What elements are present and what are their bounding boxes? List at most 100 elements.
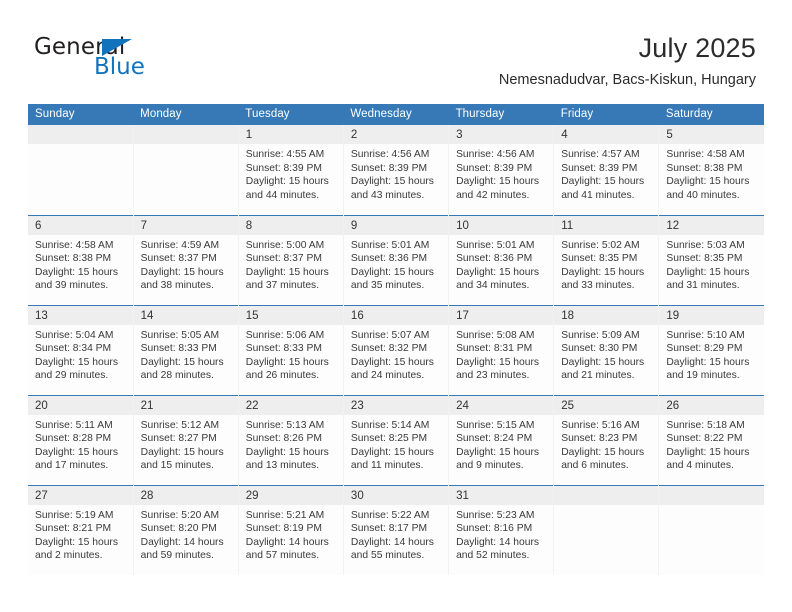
sunset-text: Sunset: 8:24 PM <box>456 433 533 445</box>
sunrise-text: Sunrise: 5:22 AM <box>350 509 430 521</box>
daylight-text-line1: Daylight: 15 hours <box>245 356 329 368</box>
daylight-text-line1: Daylight: 15 hours <box>666 356 750 368</box>
daylight-text-line2: and 28 minutes. <box>140 370 214 382</box>
day-number: 29 <box>238 485 343 505</box>
calendar-header-row: Sunday Monday Tuesday Wednesday Thursday… <box>28 104 764 125</box>
day-details: Sunrise: 5:09 AM Sunset: 8:30 PM Daylight:… <box>554 325 658 383</box>
calendar-empty-cell <box>553 484 660 575</box>
day-number: 22 <box>238 395 343 415</box>
calendar-day-cell[interactable]: 29 Sunrise: 5:21 AM Sunset: 8:19 PM Dayligh… <box>238 484 344 575</box>
day-details: Sunrise: 4:55 AM Sunset: 8:39 PM Daylight:… <box>239 144 343 202</box>
daylight-text-line1: Daylight: 15 hours <box>456 446 540 458</box>
calendar-day-cell[interactable]: 1 Sunrise: 4:55 AM Sunset: 8:39 PM Daylight… <box>238 125 344 215</box>
daylight-text-line2: and 57 minutes. <box>245 550 320 562</box>
calendar-day-cell[interactable]: 24 Sunrise: 5:15 AM Sunset: 8:24 PM Dayligh… <box>448 394 555 485</box>
daylight-text-line1: Daylight: 15 hours <box>666 266 750 278</box>
calendar-week-row: 20 Sunrise: 5:11 AM Sunset: 8:28 PM Dayligh… <box>28 394 764 485</box>
calendar-day-cell[interactable]: 31 Sunrise: 5:23 AM Sunset: 8:16 PM Dayligh… <box>448 484 555 575</box>
sunrise-text: Sunrise: 5:06 AM <box>245 329 325 341</box>
sunset-text: Sunset: 8:39 PM <box>561 162 638 174</box>
calendar-day-cell[interactable]: 16 Sunrise: 5:07 AM Sunset: 8:32 PM Dayligh… <box>343 304 450 395</box>
day-number: 18 <box>554 305 659 325</box>
day-details: Sunrise: 4:57 AM Sunset: 8:39 PM Daylight:… <box>554 144 658 202</box>
calendar-week-row: 1 Sunrise: 4:55 AM Sunset: 8:39 PM Daylight… <box>28 125 764 215</box>
day-number <box>554 485 659 505</box>
calendar-day-cell[interactable]: 8 Sunrise: 5:00 AM Sunset: 8:37 PM Daylight… <box>238 214 344 305</box>
day-number: 13 <box>28 305 133 325</box>
day-details: Sunrise: 5:01 AM Sunset: 8:36 PM Daylight:… <box>449 235 553 293</box>
calendar-day-cell[interactable]: 27 Sunrise: 5:19 AM Sunset: 8:21 PM Dayligh… <box>28 484 134 575</box>
sunrise-text: Sunrise: 4:57 AM <box>561 149 640 160</box>
calendar-day-cell[interactable]: 15 Sunrise: 5:06 AM Sunset: 8:33 PM Dayligh… <box>238 304 344 395</box>
calendar-day-cell[interactable]: 28 Sunrise: 5:20 AM Sunset: 8:20 PM Dayligh… <box>133 484 239 575</box>
calendar-day-cell[interactable]: 21 Sunrise: 5:12 AM Sunset: 8:27 PM Dayligh… <box>133 394 239 485</box>
page-subtitle: Nemesnadudvar, Bacs-Kiskun, Hungary <box>498 72 756 88</box>
day-details: Sunrise: 5:10 AM Sunset: 8:29 PM Daylight:… <box>659 325 764 383</box>
calendar-day-cell[interactable]: 13 Sunrise: 5:04 AM Sunset: 8:34 PM Dayligh… <box>28 304 134 395</box>
calendar-day-cell[interactable]: 23 Sunrise: 5:14 AM Sunset: 8:25 PM Dayligh… <box>343 394 450 485</box>
sunrise-text: Sunrise: 5:03 AM <box>666 239 745 251</box>
sunset-text: Sunset: 8:29 PM <box>666 343 743 355</box>
sunrise-text: Sunrise: 5:07 AM <box>350 329 430 341</box>
calendar-day-cell[interactable]: 26 Sunrise: 5:18 AM Sunset: 8:22 PM Dayligh… <box>658 394 764 485</box>
daylight-text-line2: and 9 minutes. <box>456 460 524 472</box>
sunrise-text: Sunrise: 5:08 AM <box>456 329 535 341</box>
daylight-text-line2: and 37 minutes. <box>245 280 320 292</box>
calendar-day-cell[interactable]: 4 Sunrise: 4:57 AM Sunset: 8:39 PM Daylight… <box>553 125 660 215</box>
calendar-day-cell[interactable]: 30 Sunrise: 5:22 AM Sunset: 8:17 PM Dayligh… <box>343 484 450 575</box>
sunrise-text: Sunrise: 5:21 AM <box>245 509 325 521</box>
general-blue-logo: General Blue <box>34 36 254 86</box>
day-details: Sunrise: 5:19 AM Sunset: 8:21 PM Daylight:… <box>28 505 133 563</box>
calendar-day-cell[interactable]: 17 Sunrise: 5:08 AM Sunset: 8:31 PM Dayligh… <box>448 304 555 395</box>
sunset-text: Sunset: 8:35 PM <box>561 253 638 265</box>
sunrise-text: Sunrise: 5:02 AM <box>561 239 640 251</box>
sunrise-text: Sunrise: 5:01 AM <box>456 239 535 251</box>
daylight-text-line1: Daylight: 15 hours <box>140 356 224 368</box>
calendar-day-cell[interactable]: 11 Sunrise: 5:02 AM Sunset: 8:35 PM Dayligh… <box>553 214 660 305</box>
calendar-day-cell[interactable]: 22 Sunrise: 5:13 AM Sunset: 8:26 PM Dayligh… <box>238 394 344 485</box>
day-details: Sunrise: 5:22 AM Sunset: 8:17 PM Daylight:… <box>344 505 448 563</box>
calendar-day-cell[interactable]: 7 Sunrise: 4:59 AM Sunset: 8:37 PM Daylight… <box>133 214 239 305</box>
sunset-text: Sunset: 8:27 PM <box>140 433 217 445</box>
day-number: 17 <box>449 305 554 325</box>
day-number: 27 <box>28 485 133 505</box>
sunset-text: Sunset: 8:23 PM <box>561 433 638 445</box>
calendar-day-cell[interactable]: 9 Sunrise: 5:01 AM Sunset: 8:36 PM Daylight… <box>343 214 450 305</box>
daylight-text-line1: Daylight: 15 hours <box>245 176 329 188</box>
daylight-text-line1: Daylight: 15 hours <box>561 356 645 368</box>
sunset-text: Sunset: 8:31 PM <box>456 343 533 355</box>
sunrise-text: Sunrise: 5:16 AM <box>561 419 640 431</box>
calendar-day-cell[interactable]: 2 Sunrise: 4:56 AM Sunset: 8:39 PM Daylight… <box>343 125 450 215</box>
daylight-text-line2: and 13 minutes. <box>245 460 320 472</box>
day-number: 15 <box>238 305 343 325</box>
daylight-text-line1: Daylight: 15 hours <box>35 536 118 548</box>
calendar-day-cell[interactable]: 19 Sunrise: 5:10 AM Sunset: 8:29 PM Dayligh… <box>658 304 764 395</box>
daylight-text-line2: and 24 minutes. <box>350 370 425 382</box>
calendar-day-cell[interactable]: 14 Sunrise: 5:05 AM Sunset: 8:33 PM Dayligh… <box>133 304 239 395</box>
day-number: 5 <box>659 125 764 144</box>
daylight-text-line1: Daylight: 15 hours <box>350 446 434 458</box>
daylight-text-line2: and 33 minutes. <box>561 280 635 292</box>
sunrise-text: Sunrise: 4:56 AM <box>456 149 535 160</box>
day-number: 10 <box>449 215 554 235</box>
daylight-text-line1: Daylight: 14 hours <box>350 536 434 548</box>
day-details: Sunrise: 5:23 AM Sunset: 8:16 PM Daylight:… <box>449 505 553 563</box>
logo-text-blue: Blue <box>94 54 145 80</box>
day-number: 26 <box>659 395 764 415</box>
daylight-text-line2: and 35 minutes. <box>350 280 425 292</box>
calendar-day-cell[interactable]: 25 Sunrise: 5:16 AM Sunset: 8:23 PM Dayligh… <box>553 394 660 485</box>
calendar-day-cell[interactable]: 6 Sunrise: 4:58 AM Sunset: 8:38 PM Daylight… <box>28 214 134 305</box>
day-number: 21 <box>133 395 238 415</box>
calendar-day-cell[interactable]: 12 Sunrise: 5:03 AM Sunset: 8:35 PM Dayligh… <box>658 214 764 305</box>
daylight-text-line1: Daylight: 15 hours <box>350 356 434 368</box>
calendar-day-cell[interactable]: 10 Sunrise: 5:01 AM Sunset: 8:36 PM Dayligh… <box>448 214 555 305</box>
daylight-text-line1: Daylight: 15 hours <box>140 446 224 458</box>
day-number: 3 <box>449 125 554 144</box>
calendar-day-cell[interactable]: 5 Sunrise: 4:58 AM Sunset: 8:38 PM Daylight… <box>658 125 764 215</box>
calendar-day-cell[interactable]: 3 Sunrise: 4:56 AM Sunset: 8:39 PM Daylight… <box>448 125 555 215</box>
sunrise-text: Sunrise: 5:20 AM <box>140 509 220 521</box>
calendar-day-cell[interactable]: 20 Sunrise: 5:11 AM Sunset: 8:28 PM Dayligh… <box>28 394 134 485</box>
calendar-day-cell[interactable]: 18 Sunrise: 5:09 AM Sunset: 8:30 PM Dayligh… <box>553 304 660 395</box>
daylight-text-line1: Daylight: 15 hours <box>561 176 645 188</box>
day-number: 11 <box>554 215 659 235</box>
